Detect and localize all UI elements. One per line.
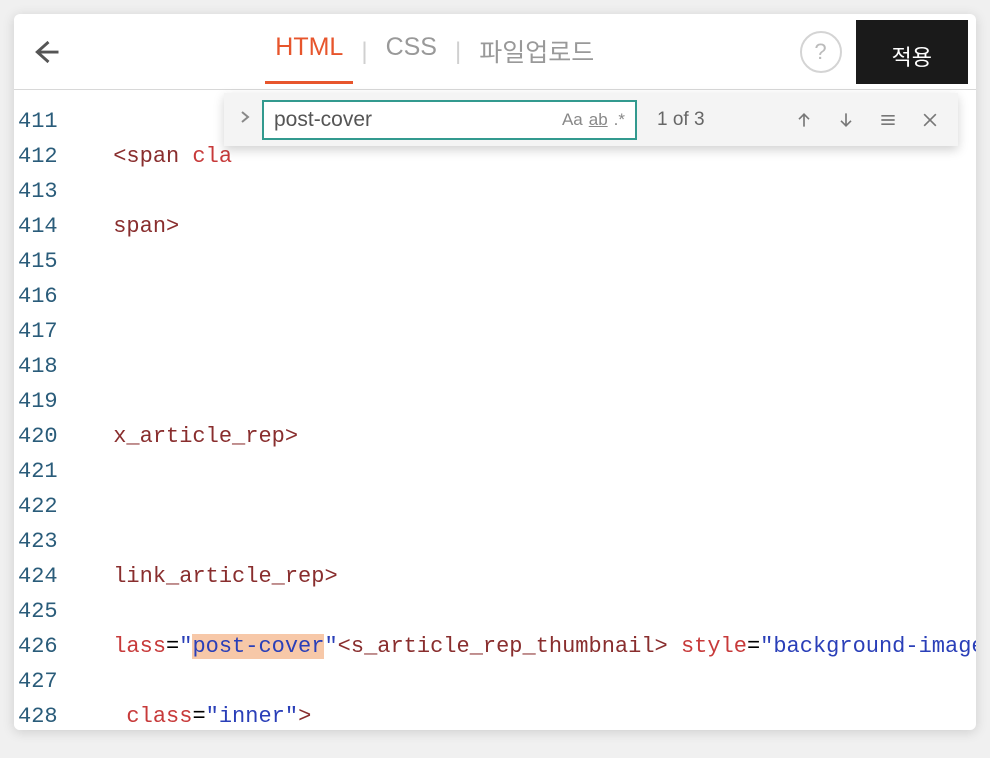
line-number: 419 — [18, 384, 58, 419]
line-number: 413 — [18, 174, 58, 209]
separator: | — [455, 38, 461, 66]
code-line: link_article_rep> — [74, 559, 976, 594]
code-line: lass="post-cover"<s_article_rep_thumbnai… — [74, 629, 976, 664]
find-regex[interactable]: .* — [614, 110, 625, 130]
chevron-right-icon — [238, 110, 252, 124]
find-next-button[interactable] — [828, 106, 864, 134]
line-number-gutter: 411 412 413 414 415 416 417 418 419 420 … — [14, 90, 72, 730]
line-number: 427 — [18, 664, 58, 699]
code-content[interactable]: <span cla span> x_article_rep> link_arti… — [72, 90, 976, 730]
code-line: class="inner"> — [74, 699, 976, 730]
line-number: 420 — [18, 419, 58, 454]
line-number: 421 — [18, 454, 58, 489]
line-number: 425 — [18, 594, 58, 629]
line-number: 418 — [18, 349, 58, 384]
separator: | — [361, 38, 367, 66]
code-line — [74, 489, 976, 524]
code-line — [74, 279, 976, 314]
arrow-down-icon — [836, 110, 856, 130]
line-number: 422 — [18, 489, 58, 524]
line-number: 424 — [18, 559, 58, 594]
tab-file-upload[interactable]: 파일업로드 — [469, 19, 604, 84]
line-number: 416 — [18, 279, 58, 314]
find-result-count: 1 of 3 — [657, 109, 780, 131]
find-match-word[interactable]: ab — [589, 110, 608, 130]
find-bar: Aa ab .* 1 of 3 — [224, 93, 958, 146]
tab-html[interactable]: HTML — [265, 19, 353, 84]
arrow-left-icon — [31, 37, 61, 67]
line-number: 415 — [18, 244, 58, 279]
find-toggle-replace[interactable] — [234, 106, 256, 133]
editor-toolbar: HTML | CSS | 파일업로드 ? 적용 — [14, 14, 976, 90]
code-line: x_article_rep> — [74, 419, 976, 454]
arrow-up-icon — [794, 110, 814, 130]
code-editor[interactable]: 411 412 413 414 415 416 417 418 419 420 … — [14, 90, 976, 730]
find-close-button[interactable] — [912, 106, 948, 134]
tab-css[interactable]: CSS — [376, 19, 447, 84]
line-number: 412 — [18, 139, 58, 174]
line-number: 411 — [18, 104, 58, 139]
find-prev-button[interactable] — [786, 106, 822, 134]
tab-bar: HTML | CSS | 파일업로드 — [70, 19, 800, 84]
search-match: post-cover — [192, 634, 324, 659]
find-in-selection[interactable] — [870, 106, 906, 134]
find-input-container: Aa ab .* — [262, 100, 637, 140]
line-number: 423 — [18, 524, 58, 559]
code-line — [74, 349, 976, 384]
back-button[interactable] — [22, 28, 70, 76]
find-match-case[interactable]: Aa — [562, 110, 583, 130]
find-input[interactable] — [274, 108, 556, 132]
line-number: 417 — [18, 314, 58, 349]
line-number: 426 — [18, 629, 58, 664]
apply-button[interactable]: 적용 — [856, 20, 968, 84]
line-number: 414 — [18, 209, 58, 244]
code-line: span> — [74, 209, 976, 244]
hamburger-icon — [878, 110, 898, 130]
close-icon — [920, 110, 940, 130]
line-number: 428 — [18, 699, 58, 730]
help-button[interactable]: ? — [800, 31, 842, 73]
